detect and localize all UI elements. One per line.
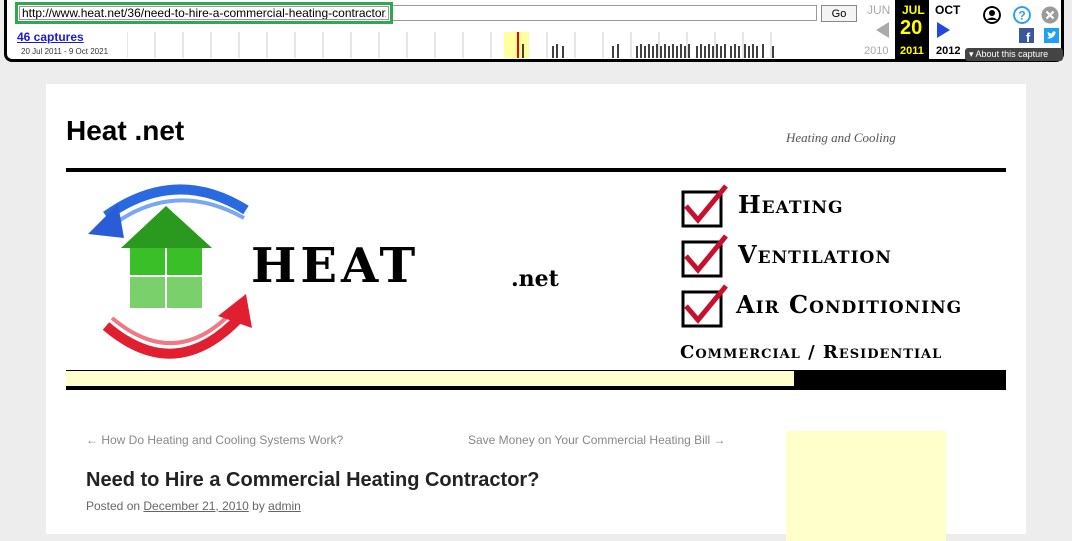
logo-word: HEAT [251, 238, 419, 294]
post-title[interactable]: Need to Hire a Commercial Heating Contra… [86, 469, 539, 492]
url-field-highlight [15, 2, 393, 24]
account-icon[interactable] [983, 6, 1001, 24]
prev-capture-arrow-icon[interactable] [876, 22, 889, 38]
house-icon [121, 206, 212, 308]
close-icon[interactable] [1041, 6, 1059, 24]
svg-text:?: ? [1018, 9, 1025, 23]
twitter-icon[interactable] [1044, 28, 1059, 43]
by-label: by [252, 499, 265, 513]
current-year-label: 2011 [900, 45, 924, 57]
svg-text:f: f [1026, 30, 1031, 43]
site-title[interactable]: Heat .net [66, 115, 184, 147]
prev-post-link[interactable]: ← How Do Heating and Cooling Systems Wor… [86, 433, 343, 447]
banner-strip-dark [794, 370, 1006, 386]
go-button[interactable]: Go [821, 5, 857, 22]
wayback-toolbar: Go 46 captures 20 Jul 2011 - 9 Oct 2021 [4, 0, 1064, 62]
header-banner[interactable]: HEAT .net [66, 176, 1006, 368]
current-month-label: JUL [902, 3, 925, 17]
service-ventilation: Ventilation [738, 240, 892, 269]
header-rule-bottom [66, 386, 1006, 390]
check-icon [681, 234, 728, 278]
about-capture-button[interactable]: ▾ About this capture [965, 48, 1063, 61]
captures-link[interactable]: 46 captures [17, 30, 84, 44]
check-icon [681, 184, 728, 228]
facebook-icon[interactable]: f [1019, 28, 1034, 43]
service-air-conditioning: Air Conditioning [736, 290, 963, 319]
next-month-label[interactable]: OCT [935, 3, 960, 17]
author-link[interactable]: admin [268, 499, 301, 513]
sidebar-widget [786, 431, 946, 541]
capture-sparkline[interactable] [127, 30, 777, 60]
logo-suffix: .net [511, 266, 560, 292]
post-meta: Posted on December 21, 2010 by admin [86, 499, 301, 513]
prev-month-label[interactable]: JUN [867, 3, 890, 17]
service-heating: Heating [738, 190, 844, 219]
help-icon[interactable]: ? [1013, 6, 1031, 24]
check-icon [681, 284, 728, 328]
header-rule-top [66, 168, 1006, 172]
url-input[interactable] [19, 6, 389, 20]
url-input-extension[interactable] [393, 5, 817, 21]
site-tagline: Heating and Cooling [786, 130, 896, 145]
next-capture-arrow-icon[interactable] [937, 22, 950, 38]
post-date-link[interactable]: December 21, 2010 [143, 499, 248, 513]
next-year-label[interactable]: 2012 [936, 45, 960, 57]
capture-date-range: 20 Jul 2011 - 9 Oct 2021 [21, 47, 109, 56]
about-capture-label: About this capture [975, 49, 1049, 59]
prev-year-label[interactable]: 2010 [864, 45, 888, 57]
posted-on-label: Posted on [86, 499, 141, 513]
segments-label: Commercial / Residential [680, 342, 943, 363]
next-post-link[interactable]: Save Money on Your Commercial Heating Bi… [468, 433, 725, 447]
current-day: 20 [900, 17, 923, 39]
banner-strip-light [66, 370, 794, 386]
page-container: Heat .net Heating and Cooling HEAT .net [46, 84, 1026, 541]
chevron-down-icon: ▾ [969, 49, 974, 59]
